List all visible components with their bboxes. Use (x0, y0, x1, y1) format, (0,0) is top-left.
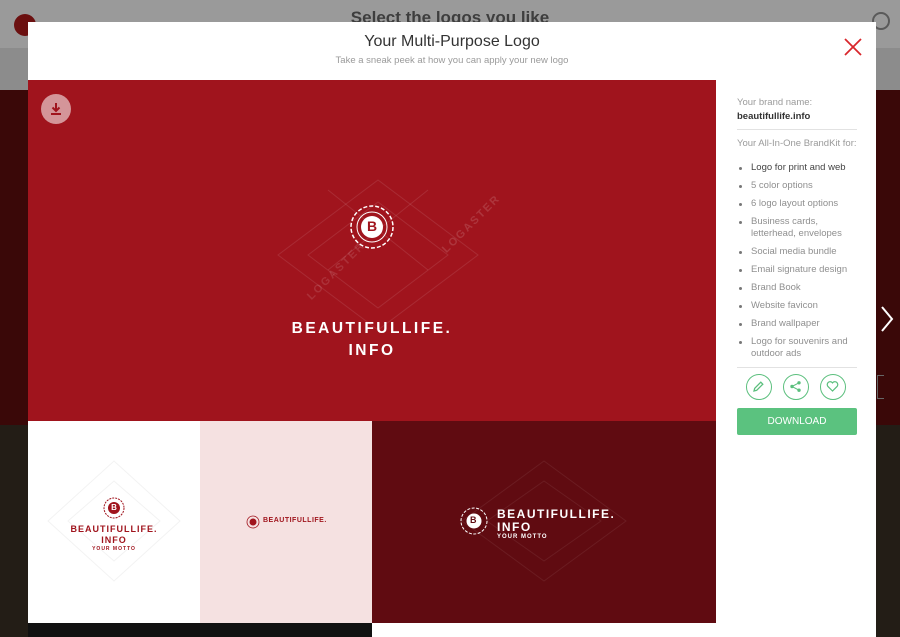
logo-preview-dark: B BEAUTIFULLIFE. INFO YOUR MOTTO (372, 421, 716, 623)
logo-text-line-1: BEAUTIFULLIFE. (497, 507, 616, 521)
modal-subtitle: Take a sneak peek at how you can apply y… (335, 55, 569, 66)
logo-preview-black (28, 623, 372, 637)
close-icon (844, 38, 862, 56)
feature-item: 5 color options (737, 180, 862, 192)
divider (737, 367, 857, 368)
background-button (877, 375, 884, 399)
logo-text-line-1: BEAUTIFULLIFE. (70, 524, 158, 534)
logo-text-line-2: INFO (348, 342, 396, 359)
logo-motto: YOUR MOTTO (497, 534, 548, 540)
brandkit-label: Your All-In-One BrandKit for: (737, 138, 857, 149)
favorite-button[interactable] (820, 374, 846, 400)
feature-item: Logo for print and web (737, 162, 862, 174)
watermark-pattern (461, 460, 627, 582)
main-logo-preview: LOGASTER LOGASTER B BEAUTIFULLIFE. INFO (28, 80, 716, 421)
download-button[interactable]: DOWNLOAD (737, 408, 857, 435)
modal-title: Your Multi-Purpose Logo (364, 33, 540, 50)
watermark-pattern (47, 460, 181, 582)
feature-item: 6 logo layout options (737, 198, 862, 210)
feature-item: Social media bundle (737, 246, 862, 258)
feature-item: Logo for souvenirs and outdoor ads (737, 336, 862, 360)
chevron-right-icon (881, 306, 894, 332)
logo-initial: B (470, 515, 477, 525)
feature-item: Website favicon (737, 300, 862, 312)
brand-name-label: Your brand name: (737, 97, 813, 108)
heart-icon (826, 381, 839, 392)
feature-list: Logo for print and web 5 color options 6… (737, 162, 862, 366)
feature-item: Business cards, letterhead, envelopes (737, 216, 862, 240)
logo-emblem-icon (246, 515, 260, 529)
share-icon (790, 381, 801, 392)
download-icon (51, 103, 61, 115)
logo-text-line-2: INFO (497, 520, 532, 534)
edit-button[interactable] (746, 374, 772, 400)
feature-item: Brand wallpaper (737, 318, 862, 330)
share-button[interactable] (783, 374, 809, 400)
brand-name-value: beautifullife.info (737, 111, 811, 122)
logo-preview-modal: Your Multi-Purpose Logo Take a sneak pee… (28, 22, 876, 637)
logo-text-line-2: INFO (101, 535, 127, 545)
logo-preview-pink: BEAUTIFULLIFE. (200, 421, 372, 623)
download-preview-button[interactable] (41, 94, 71, 124)
logo-preview-white: B BEAUTIFULLIFE. INFO YOUR MOTTO (28, 421, 200, 623)
feature-item: Email signature design (737, 264, 862, 276)
close-button[interactable] (842, 36, 864, 58)
logo-text-line-1: BEAUTIFULLIFE. (291, 320, 453, 337)
divider (737, 129, 857, 130)
pencil-icon (753, 381, 764, 392)
logo-initial: B (111, 503, 117, 512)
logo-initial: B (366, 218, 378, 234)
brandkit-sidebar: Your brand name: beautifullife.info Your… (716, 80, 876, 637)
feature-item: Brand Book (737, 282, 862, 294)
next-logo-button[interactable] (877, 303, 897, 335)
logo-text-single: BEAUTIFULLIFE. (263, 517, 327, 524)
logo-motto: YOUR MOTTO (92, 546, 136, 552)
